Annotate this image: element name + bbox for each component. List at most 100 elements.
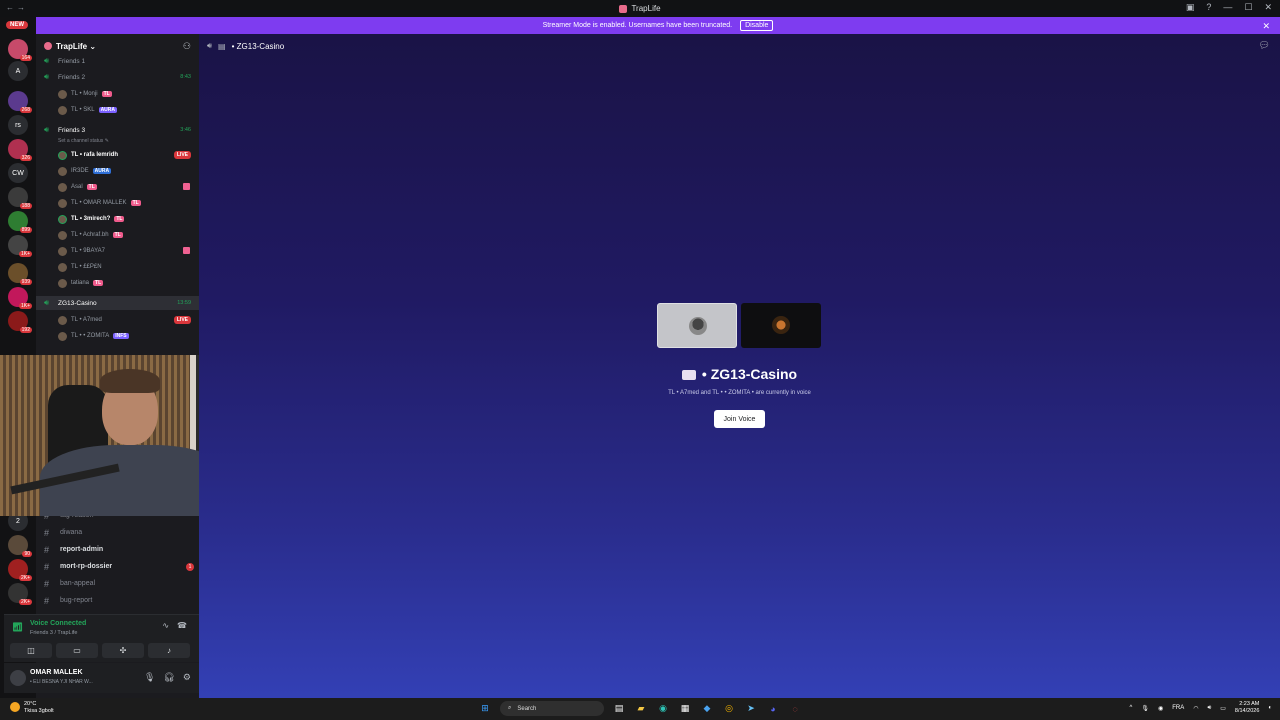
- channel-status[interactable]: Set a channel status ✎: [58, 138, 109, 144]
- avatar: [58, 246, 67, 256]
- close-button[interactable]: ✕: [1264, 2, 1272, 13]
- avatar: [58, 89, 67, 99]
- mic-icon[interactable]: 🎙︎: [144, 672, 155, 683]
- text-channel[interactable]: # mort-rp-dossier 1: [44, 559, 194, 574]
- speaker-icon: 🔊︎: [44, 298, 50, 307]
- text-channel[interactable]: # ban-appeal: [44, 576, 194, 591]
- help-icon[interactable]: ?: [1206, 2, 1211, 13]
- join-voice-button[interactable]: Join Voice: [714, 410, 765, 428]
- gear-icon[interactable]: ⚙: [183, 672, 191, 683]
- mic-icon[interactable]: 🎙︎: [1141, 705, 1149, 712]
- voice-channel[interactable]: 🔊︎ Friends 1: [36, 54, 199, 68]
- camera-button[interactable]: ◫: [10, 643, 52, 658]
- soundboard-button[interactable]: ♪: [148, 643, 190, 658]
- inbox-icon[interactable]: ▣: [1186, 2, 1195, 13]
- voice-user[interactable]: TL • • ZOMITA INFS: [58, 329, 129, 343]
- participant-tile[interactable]: [741, 303, 821, 348]
- streamer-mode-banner: Streamer Mode is enabled. Usernames have…: [36, 17, 1280, 34]
- clock[interactable]: 2:23 AM 8/14/2026: [1235, 701, 1259, 715]
- back-forward-icon[interactable]: ←→: [6, 3, 28, 12]
- server-icon[interactable]: 2K+: [8, 583, 32, 605]
- headphones-icon[interactable]: 🎧︎: [163, 672, 174, 683]
- banner-close-icon[interactable]: ✕: [1262, 21, 1270, 32]
- screen-share-button[interactable]: ▭: [56, 643, 98, 658]
- server-icon[interactable]: 326: [8, 139, 32, 161]
- server-icon[interactable]: 2K+: [8, 559, 32, 581]
- server-icon[interactable]: CW: [8, 163, 28, 183]
- avatar[interactable]: [10, 670, 26, 686]
- chevron-up-icon[interactable]: ^: [1130, 705, 1133, 711]
- server-icon[interactable]: 192: [8, 311, 32, 333]
- voice-channel[interactable]: 🔊︎ Friends 2 8:43: [36, 70, 199, 84]
- server-icon[interactable]: 90: [8, 535, 32, 557]
- task-view-icon[interactable]: ▤: [612, 702, 626, 716]
- app-icon[interactable]: ◌: [788, 702, 802, 716]
- channel-name: Friends 3: [58, 126, 86, 134]
- minimize-button[interactable]: —: [1223, 2, 1232, 13]
- voice-user[interactable]: TL • rafa lemridh: [58, 148, 118, 162]
- voice-connected-panel: 📶︎ Voice Connected Friends 3 / TrapLife …: [4, 614, 199, 662]
- voice-user[interactable]: TL • SKL AURA: [58, 103, 118, 117]
- voice-user[interactable]: TL • 9BAYA7: [58, 244, 105, 258]
- file-explorer-icon[interactable]: ▰: [634, 702, 648, 716]
- edge-icon[interactable]: ◉: [656, 702, 670, 716]
- new-badge[interactable]: NEW: [6, 21, 28, 29]
- speaker-icon: 🔊︎: [44, 72, 50, 81]
- avatar: [58, 315, 67, 325]
- disconnect-icon[interactable]: ☎: [177, 621, 187, 630]
- steam-icon[interactable]: ➤: [744, 702, 758, 716]
- language-indicator[interactable]: FRA: [1172, 705, 1184, 711]
- server-icon[interactable]: 164: [8, 39, 32, 61]
- windows-start-icon[interactable]: ⊞: [478, 702, 492, 716]
- voice-connected-channel[interactable]: Friends 3 / TrapLife: [30, 630, 77, 636]
- signal-icon[interactable]: 📶︎: [12, 622, 23, 633]
- guild-icon: [44, 42, 52, 50]
- stream-icon: [183, 247, 190, 254]
- app-icon[interactable]: ◆: [700, 702, 714, 716]
- speaker-icon: 🔊︎: [44, 125, 50, 134]
- stream-icon: [183, 183, 190, 190]
- text-channel[interactable]: # bug-report: [44, 593, 194, 608]
- voice-user[interactable]: TL • Achraf.bh TL: [58, 228, 123, 242]
- server-icon[interactable]: A: [8, 61, 28, 81]
- discord-icon[interactable]: ◕: [766, 702, 780, 716]
- server-icon[interactable]: 268: [8, 91, 32, 113]
- voice-user[interactable]: TL • A7med: [58, 313, 102, 327]
- channel-icon: [681, 370, 696, 381]
- chrome-icon[interactable]: ◎: [722, 702, 736, 716]
- voice-user[interactable]: TL • OMAR MALLEK TL: [58, 196, 141, 210]
- server-icon[interactable]: 939: [8, 263, 32, 285]
- maximize-button[interactable]: ☐: [1244, 2, 1252, 13]
- voice-user[interactable]: TL • ££P£N: [58, 260, 102, 274]
- disable-streamer-button[interactable]: Disable: [740, 20, 774, 31]
- chat-icon[interactable]: 💬︎: [1259, 40, 1270, 51]
- battery-icon[interactable]: ▭: [1220, 705, 1226, 712]
- noise-suppression-icon[interactable]: ∿: [162, 621, 169, 630]
- avatar: [58, 230, 67, 240]
- participant-tile[interactable]: [657, 303, 737, 348]
- voice-channel[interactable]: 🔊︎ Friends 3 3:46: [36, 123, 199, 137]
- add-member-icon[interactable]: ⚇: [183, 41, 191, 52]
- server-icon[interactable]: 1K+: [8, 287, 32, 309]
- text-channel[interactable]: # report-admin: [44, 542, 194, 557]
- location-icon[interactable]: ◉: [1158, 705, 1163, 712]
- server-icon[interactable]: 188: [8, 187, 32, 209]
- voice-channel-active[interactable]: 🔊︎ ZG13-Casino 13:59: [36, 296, 199, 310]
- notifications-icon[interactable]: ◐: [1268, 705, 1272, 711]
- server-icon[interactable]: 899: [8, 211, 32, 233]
- store-icon[interactable]: ▦: [678, 702, 692, 716]
- wifi-icon[interactable]: ◠: [1193, 705, 1198, 712]
- weather-widget[interactable]: 20°C Tkisa 3gbolt: [10, 701, 54, 715]
- hash-icon: #: [44, 595, 50, 606]
- search-input[interactable]: ⌕ Search: [500, 701, 604, 716]
- voice-user[interactable]: IR3DE AURA: [58, 164, 112, 178]
- server-icon[interactable]: rs: [8, 115, 28, 135]
- voice-user[interactable]: tatiana TL: [58, 276, 104, 290]
- voice-user[interactable]: TL • 3mirech? TL: [58, 212, 125, 226]
- server-icon[interactable]: 1K+: [8, 235, 32, 257]
- text-channel[interactable]: # diwana: [44, 525, 194, 540]
- activities-button[interactable]: ✣: [102, 643, 144, 658]
- volume-icon[interactable]: 🔊︎: [1207, 705, 1211, 712]
- voice-user[interactable]: Asal TL: [58, 180, 97, 194]
- voice-user[interactable]: TL • Monji TL: [58, 87, 112, 101]
